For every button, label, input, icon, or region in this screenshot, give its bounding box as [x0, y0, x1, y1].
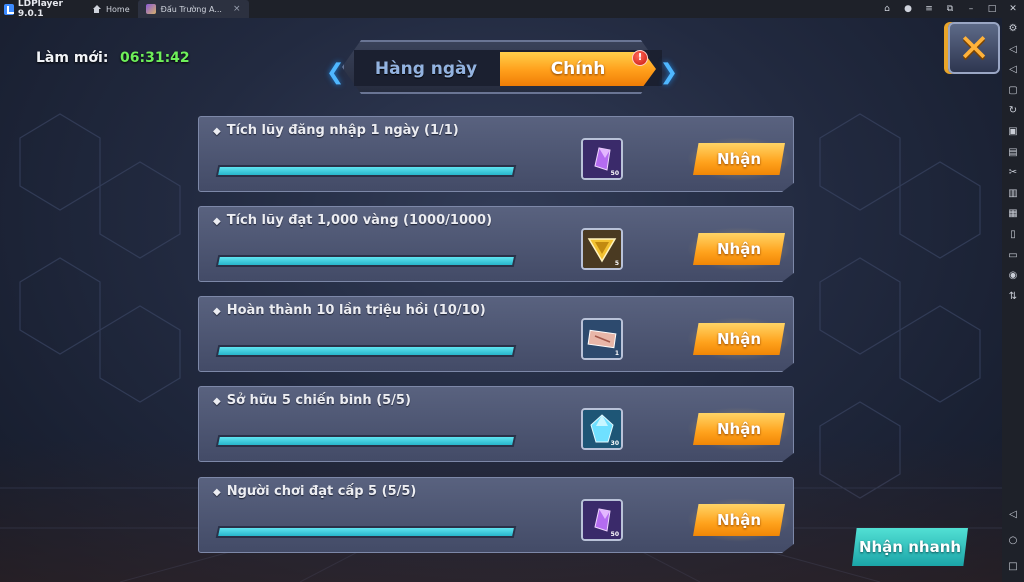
maximize-icon[interactable]: □ — [987, 4, 997, 14]
close-x-icon: ✕ — [958, 26, 990, 70]
copy-icon[interactable]: ▦ — [1006, 207, 1020, 221]
rotate-icon[interactable]: ↻ — [1006, 104, 1020, 118]
refresh-timer: 06:31:42 — [120, 50, 190, 66]
task-progress-fill — [218, 347, 514, 355]
claim-button[interactable]: Nhận — [693, 143, 785, 175]
multi-instance-icon[interactable]: ▥ — [1006, 187, 1020, 201]
emulator-sidebar: ⚙ ◁ ◁ ▢ ↻ ▣ ▤ ✂ ▥ ▦ ▯ ▭ ◉ ⇅ ◁ ○ □ — [1002, 18, 1024, 582]
sync-icon[interactable]: ⇅ — [1006, 290, 1020, 304]
task-progress-fill — [218, 528, 514, 536]
summon-ticket-icon[interactable]: 1 — [581, 318, 623, 360]
chevron-right-icon: ❯ — [659, 60, 678, 85]
location-icon[interactable]: ◉ — [1006, 269, 1020, 283]
claim-button[interactable]: Nhận — [693, 233, 785, 265]
task-progress-bar — [215, 526, 517, 538]
diamond-bullet-icon: ◆ — [213, 306, 221, 317]
quick-claim-button[interactable]: Nhận nhanh — [852, 528, 968, 566]
folder-icon[interactable]: ▭ — [1006, 249, 1020, 263]
diamond-bullet-icon: ◆ — [213, 216, 221, 227]
app-title: LDPlayer 9.0.1 — [17, 0, 63, 19]
diamond-bullet-icon: ◆ — [213, 126, 221, 137]
reward-quantity: 30 — [610, 440, 619, 447]
back-icon[interactable]: ◁ — [1006, 508, 1020, 522]
quest-tab-switcher: ❮ ❯ Hàng ngày Chính ! — [326, 36, 678, 98]
task-title: ◆ Tích lũy đạt 1,000 vàng (1000/1000) — [213, 213, 492, 228]
gamepad-icon[interactable]: ⌂ — [882, 4, 892, 14]
task-title: ◆ Hoàn thành 10 lần triệu hồi (10/10) — [213, 303, 486, 318]
home-icon — [92, 5, 101, 13]
emulator-titlebar: LDPlayer 9.0.1 Home Đấu Trường A... × ⌂ … — [0, 0, 1024, 19]
gold-emblem-icon[interactable]: 5 — [581, 228, 623, 270]
task-progress-fill — [218, 167, 514, 175]
reward-quantity: 1 — [614, 350, 619, 357]
keyboard-icon[interactable]: ▤ — [1006, 146, 1020, 160]
task-progress-fill — [218, 257, 514, 265]
ldplayer-logo-icon — [4, 3, 14, 15]
task-progress-bar — [215, 435, 517, 447]
tab-game[interactable]: Đấu Trường A... × — [137, 0, 249, 18]
close-icon[interactable]: ✕ — [1008, 4, 1018, 14]
task-progress-bar — [215, 255, 517, 267]
account-icon[interactable]: ● — [903, 4, 913, 14]
task-title-text: Người chơi đạt cấp 5 (5/5) — [226, 484, 417, 499]
task-progress-fill — [218, 437, 514, 445]
task-title: ◆ Tích lũy đăng nhập 1 ngày (1/1) — [213, 123, 459, 138]
tab-home[interactable]: Home — [84, 0, 138, 18]
tab-game-label: Đấu Trường A... — [160, 4, 222, 14]
tab-daily[interactable]: Hàng ngày — [352, 52, 500, 86]
task-row: ◆ Tích lũy đăng nhập 1 ngày (1/1) 50 Nhận — [198, 116, 794, 192]
game-icon — [145, 4, 156, 14]
task-row: ◆ Hoàn thành 10 lần triệu hồi (10/10) 1 Nhậ… — [198, 296, 794, 372]
task-progress-bar — [215, 345, 517, 357]
screenshot-icon[interactable]: ▢ — [1006, 84, 1020, 98]
tab-close-icon[interactable]: × — [233, 4, 241, 14]
reward-quantity: 50 — [610, 531, 619, 538]
record-icon[interactable]: ▣ — [1006, 125, 1020, 139]
cut-icon[interactable]: ✂ — [1006, 166, 1020, 180]
claim-button[interactable]: Nhận — [693, 504, 785, 536]
diamond-bullet-icon: ◆ — [213, 396, 221, 407]
shake-icon[interactable]: ▯ — [1006, 228, 1020, 242]
diamond-bullet-icon: ◆ — [213, 487, 221, 498]
task-row: ◆ Tích lũy đạt 1,000 vàng (1000/1000) 5 Nhậ… — [198, 206, 794, 282]
game-viewport: Làm mới: 06:31:42 ❮ ❯ Hàng ngày Chính ! … — [0, 18, 1002, 582]
close-button[interactable]: ✕ — [948, 22, 1000, 74]
app-brand: LDPlayer 9.0.1 — [0, 0, 84, 19]
claim-button[interactable]: Nhận — [693, 413, 785, 445]
task-title-text: Hoàn thành 10 lần triệu hồi (10/10) — [226, 303, 486, 318]
minimize-icon[interactable]: – — [966, 4, 976, 14]
task-title: ◆ Sở hữu 5 chiến binh (5/5) — [213, 393, 411, 408]
task-title-text: Tích lũy đạt 1,000 vàng (1000/1000) — [226, 213, 493, 228]
recent-apps-icon[interactable]: □ — [1006, 560, 1020, 574]
task-title: ◆ Người chơi đạt cấp 5 (5/5) — [213, 484, 416, 499]
refresh-label: Làm mới: — [36, 50, 109, 66]
window-controls: ⌂ ● ≡ ⧉ – □ ✕ — [882, 0, 1018, 18]
chevron-left-icon: ❮ — [326, 60, 345, 85]
settings-icon[interactable]: ⚙ — [1006, 22, 1020, 36]
task-title-text: Sở hữu 5 chiến binh (5/5) — [226, 393, 411, 408]
blue-crystal-icon[interactable]: 30 — [581, 408, 623, 450]
home-circle-icon[interactable]: ○ — [1006, 534, 1020, 548]
claim-button[interactable]: Nhận — [693, 323, 785, 355]
volume-up-icon[interactable]: ◁ — [1006, 43, 1020, 57]
menu-icon[interactable]: ≡ — [924, 4, 934, 14]
task-row: ◆ Người chơi đạt cấp 5 (5/5) 50 Nhận — [198, 477, 794, 553]
tab-home-label: Home — [106, 4, 130, 14]
task-row: ◆ Sở hữu 5 chiến binh (5/5) 30 Nhận — [198, 386, 794, 462]
volume-down-icon[interactable]: ◁ — [1006, 63, 1020, 77]
reward-quantity: 50 — [610, 170, 619, 177]
task-progress-bar — [215, 165, 517, 177]
purple-crystal-icon[interactable]: 50 — [581, 499, 623, 541]
restore-icon[interactable]: ⧉ — [945, 4, 955, 14]
task-title-text: Tích lũy đăng nhập 1 ngày (1/1) — [226, 123, 459, 138]
purple-crystal-icon[interactable]: 50 — [581, 138, 623, 180]
reward-quantity: 5 — [614, 260, 619, 267]
alert-badge-icon: ! — [632, 50, 648, 66]
